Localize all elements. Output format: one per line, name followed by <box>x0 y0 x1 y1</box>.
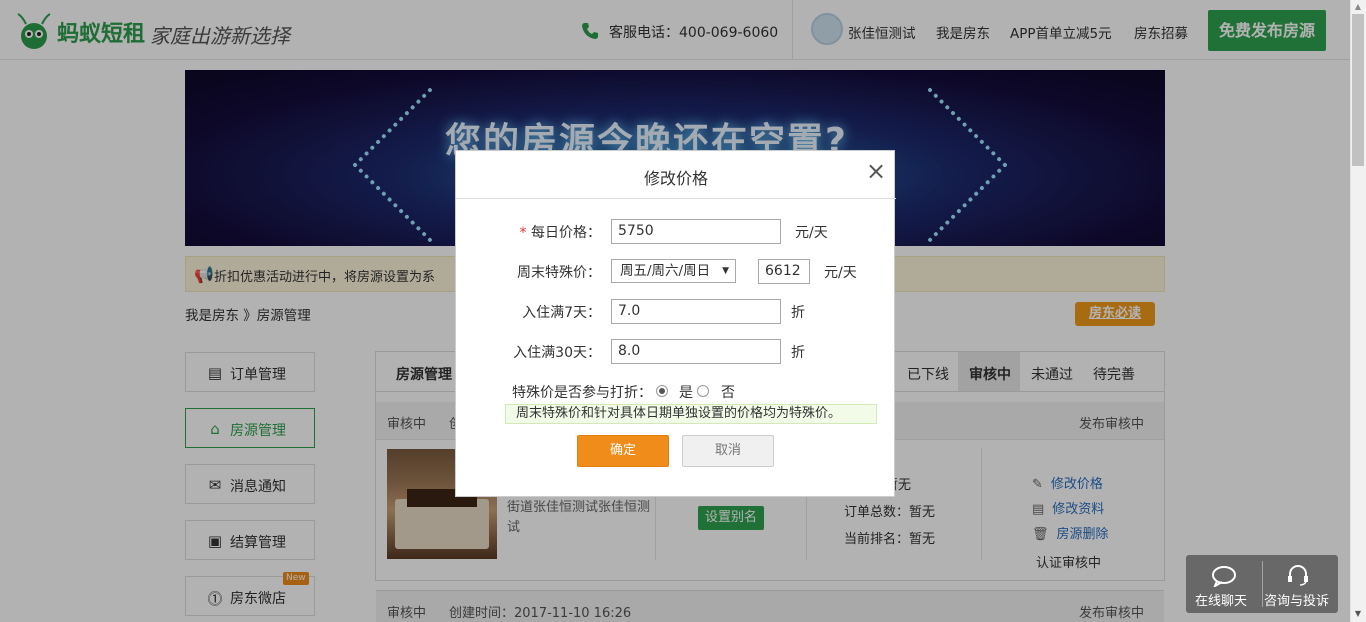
consult-complaint-link[interactable]: 咨询与投诉 <box>1264 590 1329 609</box>
stay7-discount-input[interactable]: 7.0 <box>611 299 781 324</box>
radio-no-label[interactable]: 否 <box>721 382 735 402</box>
weekend-days-value: 周五/周六/周日 <box>620 263 711 279</box>
online-chat-link[interactable]: 在线聊天 <box>1195 590 1247 609</box>
daily-price-unit: 元/天 <box>795 225 828 241</box>
stay30-label: 入住满30天： <box>513 345 601 361</box>
radio-no[interactable] <box>697 385 709 397</box>
widget-divider <box>1262 561 1263 607</box>
daily-price-label-text: 每日价格： <box>531 225 601 241</box>
dropdown-arrow-icon: ▼ <box>722 266 729 276</box>
weekend-price-input[interactable]: 6612 <box>758 259 810 284</box>
chat-bubble-icon[interactable] <box>1211 565 1237 587</box>
edit-price-dialog: 修改价格 × * 每日价格： 5750 元/天 周末特殊价： 周五/周六/周日 … <box>455 150 896 497</box>
scroll-down-arrow-icon[interactable]: ▼ <box>1350 606 1366 622</box>
special-price-hint: 周末特殊价和针对具体日期单独设置的价格均为特殊价。 <box>505 404 877 424</box>
required-asterisk: * <box>519 225 531 241</box>
weekend-price-unit: 元/天 <box>824 265 857 281</box>
radio-yes-label[interactable]: 是 <box>679 382 693 402</box>
confirm-button[interactable]: 确定 <box>577 435 669 467</box>
weekend-price-label: 周末特殊价： <box>517 265 601 281</box>
daily-price-label: * 每日价格： <box>461 222 601 242</box>
dialog-title: 修改价格 <box>643 169 708 188</box>
stay30-unit: 折 <box>791 345 805 361</box>
headset-icon[interactable] <box>1286 563 1310 587</box>
scrollbar-thumb[interactable] <box>1352 14 1364 166</box>
discount-question: 特殊价是否参与打折： <box>512 385 652 401</box>
radio-yes[interactable] <box>656 385 668 397</box>
close-icon[interactable]: × <box>864 157 888 185</box>
scroll-up-arrow-icon[interactable]: ▲ <box>1350 0 1366 14</box>
support-widget: 在线聊天 咨询与投诉 <box>1186 555 1338 613</box>
cancel-button[interactable]: 取消 <box>682 435 774 467</box>
stay30-discount-input[interactable]: 8.0 <box>611 339 781 364</box>
stay7-unit: 折 <box>791 305 805 321</box>
weekend-days-select[interactable]: 周五/周六/周日 ▼ <box>611 259 736 283</box>
dialog-divider <box>456 198 896 199</box>
daily-price-input[interactable]: 5750 <box>611 219 781 244</box>
stay7-label: 入住满7天： <box>522 305 601 321</box>
